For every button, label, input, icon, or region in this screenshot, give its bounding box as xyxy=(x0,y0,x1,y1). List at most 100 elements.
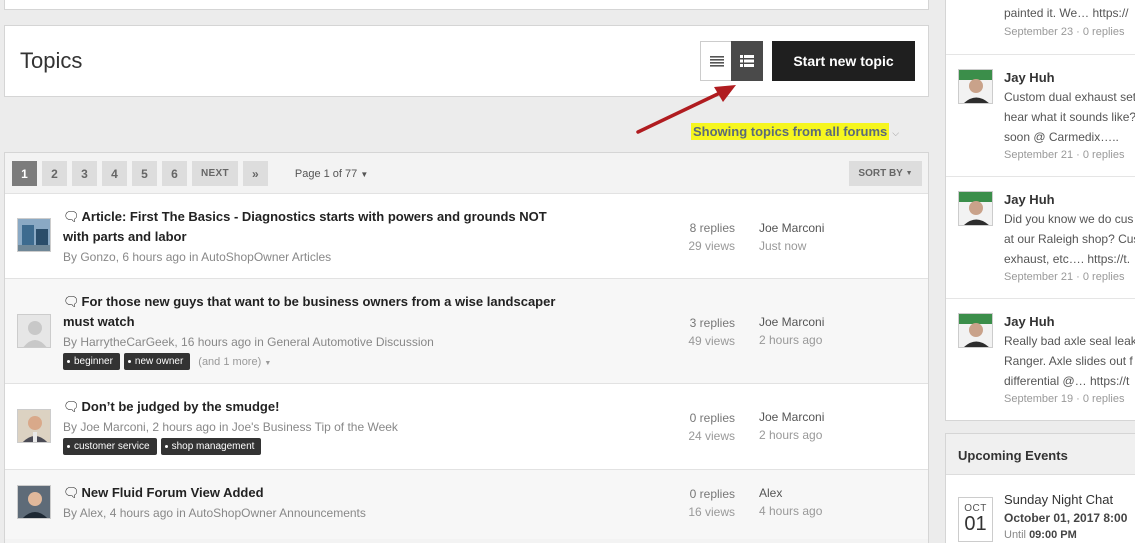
fluid-view-button[interactable] xyxy=(731,41,763,81)
last-poster-link[interactable]: Joe Marconi xyxy=(759,408,824,426)
feed-author-link[interactable]: Jay Huh xyxy=(1004,314,1055,329)
start-new-topic-button[interactable]: Start new topic xyxy=(772,41,915,81)
last-post: Joe Marconi 2 hours ago xyxy=(759,408,824,444)
list-view-button[interactable] xyxy=(700,41,732,81)
widget-title: Upcoming Events xyxy=(946,434,1135,475)
author-link[interactable]: Alex xyxy=(80,506,103,520)
feed-author-link[interactable]: Jay Huh xyxy=(1004,192,1055,207)
last-post: Joe Marconi 2 hours ago xyxy=(759,313,824,349)
feed-meta: September 21 · 0 replies xyxy=(1004,149,1125,161)
forum-link[interactable]: AutoShopOwner Articles xyxy=(201,250,331,264)
sort-by-dropdown[interactable]: SORT BY ▼ xyxy=(849,161,922,186)
feed-author-link[interactable]: Jay Huh xyxy=(1004,70,1055,85)
feed-item: Jay Huh Really bad axle seal leak Ranger… xyxy=(946,299,1135,420)
last-post-time[interactable]: 2 hours ago xyxy=(759,331,824,349)
filter-label: Showing topics from all forums xyxy=(691,123,890,140)
topic-row: 🗨 For those new guys that want to be busi… xyxy=(5,278,928,383)
last-post-time[interactable]: 4 hours ago xyxy=(759,502,822,520)
author-avatar[interactable] xyxy=(17,409,51,443)
social-feed-widget: painted it. We… https:// September 23 · … xyxy=(945,0,1135,421)
last-post: Alex 4 hours ago xyxy=(759,484,822,520)
pagination: 1 2 3 4 5 6 NEXT » Page 1 of 77 ▼ xyxy=(12,161,368,186)
feed-avatar[interactable] xyxy=(958,313,993,348)
topic-title-link[interactable]: Don’t be judged by the smudge! xyxy=(82,399,280,414)
feed-item: Jay Huh Custom dual exhaust set hear wha… xyxy=(946,55,1135,177)
feed-text[interactable]: painted it. We… https:// xyxy=(1004,3,1135,23)
replies-count: 0 replies xyxy=(689,411,735,425)
feed-text[interactable]: Custom dual exhaust set hear what it sou… xyxy=(1004,87,1135,147)
speech-bubbles-icon: 🗨 xyxy=(63,209,80,224)
topic-title-link-cont[interactable]: with parts and labor xyxy=(63,229,187,244)
last-post-time[interactable]: 2 hours ago xyxy=(759,426,824,444)
tag-badge[interactable]: shop management xyxy=(160,438,262,455)
page-2-button[interactable]: 2 xyxy=(42,161,67,186)
sidebar: painted it. We… https:// September 23 · … xyxy=(945,0,1135,543)
last-poster-link[interactable]: Alex xyxy=(759,484,822,502)
event-date-badge: OCT 01 xyxy=(958,497,993,542)
feed-text[interactable]: Really bad axle seal leak Ranger. Axle s… xyxy=(1004,331,1135,391)
event-end: Until 09:00 PM xyxy=(1004,529,1077,541)
topic-stats: 8 replies 29 views xyxy=(645,219,735,255)
page-3-button[interactable]: 3 xyxy=(72,161,97,186)
next-page-button[interactable]: NEXT xyxy=(192,161,238,186)
topic-row: 🗨 Article: First The Basics - Diagnostics… xyxy=(5,193,928,278)
last-poster-link[interactable]: Joe Marconi xyxy=(759,313,824,331)
forum-link[interactable]: General Automotive Discussion xyxy=(267,335,434,349)
replies-count: 8 replies xyxy=(689,221,735,235)
author-avatar[interactable] xyxy=(17,218,51,252)
topic-title-link[interactable]: New Fluid Forum View Added xyxy=(82,485,264,500)
author-link[interactable]: Joe Marconi xyxy=(80,420,145,434)
forum-filter-dropdown[interactable]: Showing topics from all forums ⌵ xyxy=(691,123,900,140)
author-avatar[interactable] xyxy=(17,485,51,519)
page-jump-dropdown[interactable]: Page 1 of 77 ▼ xyxy=(295,168,368,180)
feed-meta: September 21 · 0 replies xyxy=(1004,271,1125,283)
topic-title-link-cont[interactable]: must watch xyxy=(63,314,135,329)
event-title-link[interactable]: Sunday Night Chat xyxy=(1004,492,1113,507)
speech-bubbles-icon: 🗨 xyxy=(63,399,80,414)
feed-avatar[interactable] xyxy=(958,191,993,226)
topic-stats: 3 replies 49 views xyxy=(645,314,735,350)
page-4-button[interactable]: 4 xyxy=(102,161,127,186)
page-6-button[interactable]: 6 xyxy=(162,161,187,186)
topic-row: 🗨 Don’t be judged by the smudge! By Joe M… xyxy=(5,383,928,469)
feed-item: painted it. We… https:// September 23 · … xyxy=(946,0,1135,55)
page-1-button[interactable]: 1 xyxy=(12,161,37,186)
page-of-label: Page 1 of 77 xyxy=(294,167,358,180)
upcoming-events-widget: Upcoming Events OCT 01 Sunday Night Chat… xyxy=(945,433,1135,543)
last-page-button[interactable]: » xyxy=(242,161,268,186)
replies-count: 0 replies xyxy=(689,487,735,501)
page-5-button[interactable]: 5 xyxy=(132,161,157,186)
topics-list-panel: 1 2 3 4 5 6 NEXT » Page 1 of 77 ▼ SORT B… xyxy=(4,152,929,543)
forum-link[interactable]: Joe's Business Tip of the Week xyxy=(232,420,398,434)
last-post-time[interactable]: Just now xyxy=(759,237,824,255)
chevron-down-icon: ⌵ xyxy=(892,128,900,138)
grid-view-icon xyxy=(740,55,754,67)
author-link[interactable]: HarrytheCarGeek xyxy=(80,335,174,349)
feed-text[interactable]: Did you know we do cus at our Raleigh sh… xyxy=(1004,209,1135,269)
views-count: 24 views xyxy=(688,429,735,443)
author-link[interactable]: Gonzo xyxy=(80,250,115,264)
author-avatar[interactable] xyxy=(17,314,51,348)
tag-list: customer service shop management xyxy=(63,438,262,455)
caret-down-icon: ▼ xyxy=(360,169,369,179)
tag-badge[interactable]: beginner xyxy=(63,353,120,370)
views-count: 49 views xyxy=(688,334,735,348)
last-poster-link[interactable]: Joe Marconi xyxy=(759,219,824,237)
event-day: 01 xyxy=(964,513,987,535)
topic-meta: By Alex, 4 hours ago in AutoShopOwner An… xyxy=(63,506,366,520)
feed-avatar[interactable] xyxy=(958,69,993,104)
previous-panel-edge xyxy=(4,0,929,10)
tag-badge[interactable]: new owner xyxy=(123,353,191,370)
topic-meta: By Gonzo, 6 hours ago in AutoShopOwner A… xyxy=(63,250,332,264)
replies-count: 3 replies xyxy=(689,316,735,330)
page-title: Topics xyxy=(20,48,83,73)
tag-badge[interactable]: customer service xyxy=(63,438,157,455)
more-tags-toggle[interactable]: (and 1 more) ▼ xyxy=(198,356,271,368)
last-post: Joe Marconi Just now xyxy=(759,219,824,255)
topic-title-link[interactable]: For those new guys that want to be busin… xyxy=(82,294,556,309)
topic-stats: 0 replies 16 views xyxy=(645,485,735,521)
speech-bubbles-icon: 🗨 xyxy=(63,485,80,500)
topic-title-link[interactable]: Article: First The Basics - Diagnostics … xyxy=(82,209,547,224)
forum-link[interactable]: AutoShopOwner Announcements xyxy=(188,506,365,520)
feed-meta: September 23 · 0 replies xyxy=(1004,26,1125,38)
